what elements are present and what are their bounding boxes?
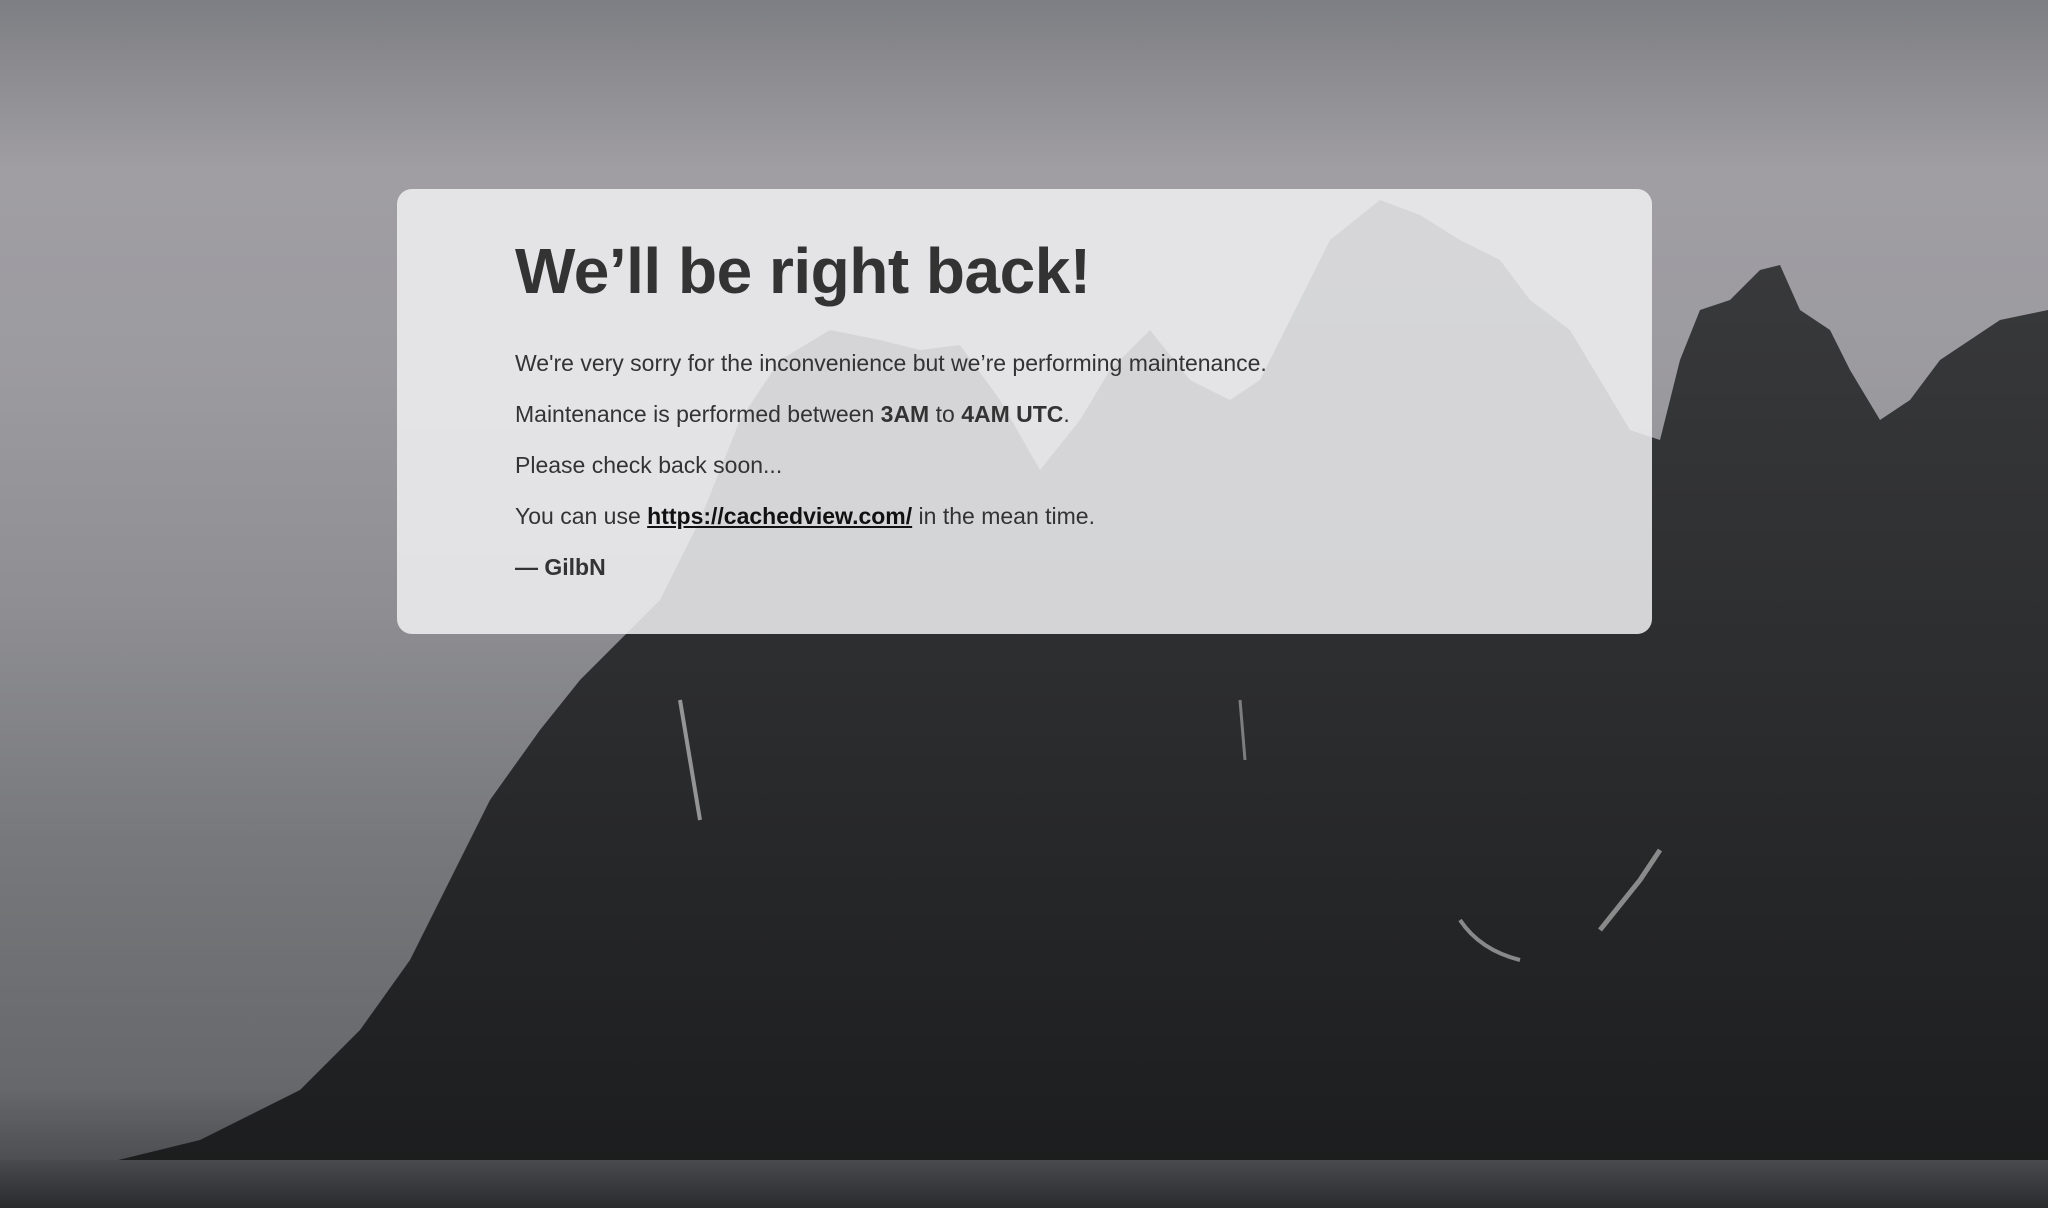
maintenance-window-middle: to (929, 401, 962, 427)
maintenance-window-suffix: . (1063, 401, 1070, 427)
maintenance-window-text: Maintenance is performed between 3AM to … (515, 400, 1652, 429)
alternative-prefix: You can use (515, 503, 648, 529)
signature-text: — GilbN (515, 554, 606, 580)
page-title: We’ll be right back! (515, 235, 1091, 307)
cachedview-link[interactable]: https://cachedview.com/ (647, 503, 912, 529)
message-body: We're very sorry for the inconvenience b… (515, 349, 1652, 582)
check-back-text: Please check back soon... (515, 452, 783, 478)
alternative-suffix: in the mean time. (912, 503, 1095, 529)
maintenance-end-time: 4AM UTC (961, 401, 1064, 427)
signature: — GilbN (515, 553, 1652, 582)
alternative-text: You can use https://cachedview.com/ in t… (515, 502, 1652, 531)
maintenance-window-prefix: Maintenance is performed between (515, 401, 881, 427)
maintenance-card: We’ll be right back! We're very sorry fo… (397, 189, 1652, 634)
maintenance-start-time: 3AM (880, 401, 930, 427)
apology-text: We're very sorry for the inconvenience b… (515, 350, 1267, 376)
